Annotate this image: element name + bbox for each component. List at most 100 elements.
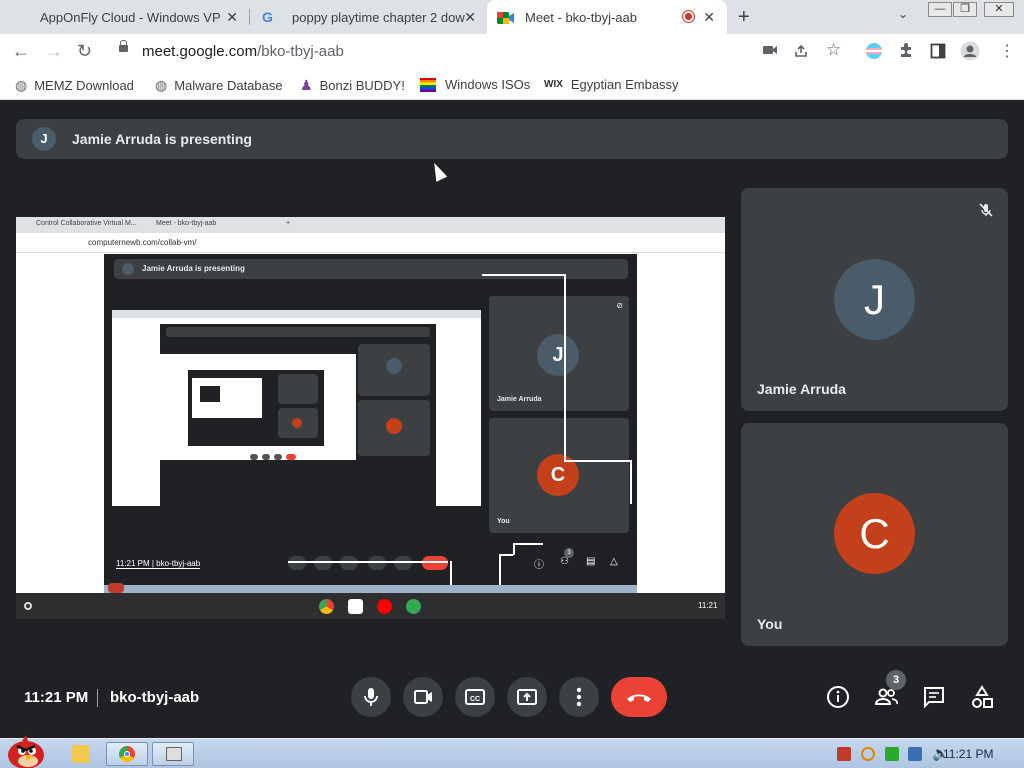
youtube-icon: [377, 599, 392, 614]
globe-icon: ◍: [15, 77, 28, 93]
tab-meet[interactable]: Meet - bko-tbyj-aab ✕: [487, 0, 727, 34]
captions-button[interactable]: CC: [455, 677, 495, 717]
url-host: meet.google.com: [142, 43, 258, 60]
nested-meet-2: [188, 370, 324, 446]
tab-title: Meet - bko-tbyj-aab: [525, 9, 637, 25]
more-options-button[interactable]: [559, 677, 599, 717]
bookmark-star-icon[interactable]: ☆: [826, 40, 841, 60]
presenting-banner: J Jamie Arruda is presenting: [16, 119, 1008, 159]
camera-icon: [414, 690, 432, 704]
url-path: /bko-tbyj-aab: [257, 43, 344, 60]
meet-icon: [406, 599, 421, 614]
windows-taskbar: 🔉 11:21 PM: [0, 735, 1024, 768]
shared-tab-bar: Control Collaborative Virtual M... Meet …: [16, 217, 725, 233]
present-now-button[interactable]: [507, 677, 547, 717]
microphone-icon: [364, 688, 378, 706]
profile-flag-icon[interactable]: [865, 42, 883, 64]
participant-name: Jamie Arruda: [757, 381, 846, 397]
profile-avatar-icon[interactable]: [960, 41, 980, 65]
browser-tab-bar: AppOnFly Cloud - Windows VPS ✕ G poppy p…: [0, 0, 1024, 34]
nested-screen: [112, 310, 481, 506]
gmail-icon: [348, 599, 363, 614]
bonzi-icon: ♟: [300, 77, 313, 93]
address-bar[interactable]: meet.google.com/bko-tbyj-aab: [142, 43, 344, 60]
start-button[interactable]: [2, 733, 50, 768]
shared-url: computernewb.com/collab-vm/: [88, 238, 197, 247]
bookmarks-bar: ◍ MEMZ Download ◍ Malware Database ♟ Bon…: [0, 70, 1024, 100]
bookmark-label: Malware Database: [174, 78, 283, 93]
back-icon[interactable]: ←: [12, 41, 30, 62]
mouse-cursor-icon: [428, 160, 448, 182]
app-window-icon: [166, 747, 182, 761]
chrome-icon: [319, 599, 334, 614]
close-window-icon[interactable]: ✕: [984, 2, 1014, 17]
shared-time-code: 11:21 PM | bko-tbyj-aab: [116, 559, 201, 569]
tab-apponfly[interactable]: AppOnFly Cloud - Windows VPS ✕: [30, 0, 248, 34]
participant-name: You: [757, 616, 783, 632]
nested-screen-2: [160, 354, 356, 460]
browser-toolbar: ← → ↻ meet.google.com/bko-tbyj-aab ☆ ⋮: [0, 34, 1024, 70]
shared-launcher-icon: [24, 602, 32, 610]
taskbar-app[interactable]: [152, 742, 194, 766]
tray-security-icon[interactable]: [837, 747, 851, 761]
presenting-text: Jamie Arruda is presenting: [72, 131, 252, 147]
tray-search-icon[interactable]: [861, 747, 875, 761]
shared-toolbar: computernewb.com/collab-vm/: [16, 233, 725, 253]
shared-tile-name: You: [497, 518, 510, 525]
shared-tile-name: Jamie Arruda: [497, 396, 542, 403]
bookmark-windows-isos[interactable]: Windows ISOs: [420, 77, 530, 92]
bookmark-memz[interactable]: ◍ MEMZ Download: [15, 77, 134, 94]
mic-off-icon: [978, 202, 994, 218]
shared-info-icon: ⓘ: [534, 560, 544, 571]
shared-windows-taskbar: [104, 583, 637, 593]
explorer-folder-icon[interactable]: [72, 745, 90, 763]
shared-presenting-text: Jamie Arruda is presenting: [142, 264, 245, 273]
chevron-down-icon[interactable]: ⌄: [898, 7, 908, 21]
share-icon[interactable]: [793, 43, 809, 63]
end-call-icon: [627, 694, 651, 702]
meeting-details-button[interactable]: [825, 684, 851, 710]
camera-button[interactable]: [403, 677, 443, 717]
avatar: C: [834, 493, 915, 574]
participant-tile-you[interactable]: C You: [741, 423, 1008, 646]
minimize-icon[interactable]: —: [928, 2, 952, 17]
taskbar-chrome[interactable]: [106, 742, 148, 766]
leave-call-button[interactable]: [611, 677, 667, 717]
tray-network-icon[interactable]: [885, 747, 899, 761]
participant-tile-jamie[interactable]: J Jamie Arruda: [741, 188, 1008, 411]
bookmark-label: Windows ISOs: [445, 77, 531, 92]
forward-icon[interactable]: →: [45, 41, 63, 62]
meet-favicon-icon: [497, 11, 514, 24]
shared-present-icon: [368, 556, 386, 570]
extensions-icon[interactable]: [898, 42, 914, 62]
activities-button[interactable]: [969, 684, 995, 710]
restore-icon[interactable]: ❐: [953, 2, 977, 17]
taskbar-clock[interactable]: 11:21 PM: [943, 747, 993, 761]
tab-title: AppOnFly Cloud - Windows VPS: [40, 9, 220, 25]
menu-icon[interactable]: ⋮: [999, 41, 1015, 61]
reload-icon[interactable]: ↻: [77, 41, 92, 62]
angry-bird-icon: [8, 735, 44, 768]
side-panel-icon[interactable]: [930, 43, 946, 63]
new-tab-icon[interactable]: +: [738, 6, 750, 29]
shared-start-icon: [108, 583, 124, 593]
meeting-time: 11:21 PM: [24, 689, 89, 706]
tab-poppy-playtime[interactable]: G poppy playtime chapter 2 dow ✕: [252, 0, 486, 34]
shared-shelf-time: 11:21: [698, 601, 718, 610]
tray-monitor-icon[interactable]: [908, 747, 922, 761]
bookmark-malware-db[interactable]: ◍ Malware Database: [155, 77, 283, 94]
microphone-button[interactable]: [351, 677, 391, 717]
close-tab-icon[interactable]: ✕: [226, 9, 238, 26]
bookmark-label: MEMZ Download: [34, 78, 134, 93]
close-tab-icon[interactable]: ✕: [703, 9, 715, 26]
lock-icon: [119, 40, 128, 52]
camera-icon[interactable]: [762, 43, 778, 61]
shared-chat-icon: ▤: [586, 556, 596, 567]
tab-title: poppy playtime chapter 2 dow: [292, 9, 465, 25]
close-tab-icon[interactable]: ✕: [464, 9, 476, 26]
bookmark-bonzi[interactable]: ♟ Bonzi BUDDY!: [300, 77, 405, 94]
bookmark-egyptian-embassy[interactable]: WIX Egyptian Embassy: [544, 77, 679, 92]
chat-button[interactable]: [921, 684, 947, 710]
shared-tile-jamie: J Jamie Arruda ⊘: [489, 296, 629, 411]
shared-new-tab-icon: +: [286, 220, 291, 227]
